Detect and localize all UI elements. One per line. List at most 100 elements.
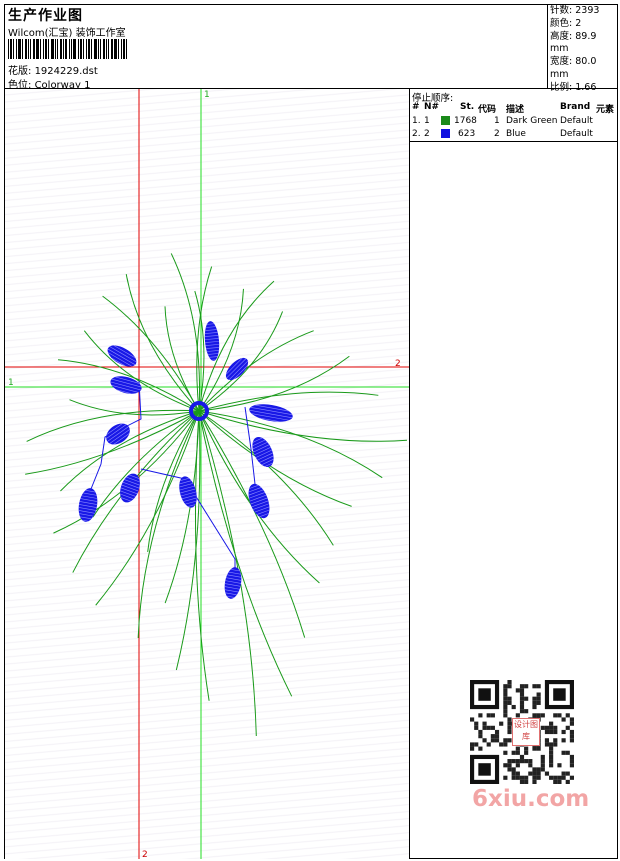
qr-module xyxy=(532,704,537,710)
qr-module xyxy=(561,771,566,776)
company-name: Wilcom(汇宝) 装饰工作室 xyxy=(8,28,126,39)
qr-module xyxy=(503,713,508,718)
qr-module xyxy=(540,725,545,730)
stop-sequence-panel: 停止顺序: # N# St. 代码 描述 Brand 元素 1. 1 1768 … xyxy=(410,89,617,142)
qr-module xyxy=(524,775,529,780)
spec-stitch-count: 针数: 2393 xyxy=(550,5,600,16)
col-brand: Brand xyxy=(560,102,591,112)
qr-module xyxy=(482,721,487,726)
col-index: # xyxy=(412,102,420,112)
qr-module xyxy=(553,742,558,747)
qr-module xyxy=(565,779,570,784)
qr-module xyxy=(470,717,475,722)
qr-module xyxy=(553,779,558,784)
petal xyxy=(249,404,293,422)
col-description: 描述 xyxy=(506,105,525,115)
qr-module xyxy=(549,746,554,751)
qr-module xyxy=(528,763,533,768)
qr-module xyxy=(519,754,525,760)
qr-module xyxy=(490,734,495,739)
green-guide-label-top: 1 xyxy=(204,90,210,100)
qr-module xyxy=(540,767,545,772)
qr-module xyxy=(503,775,508,780)
qr-module xyxy=(490,725,495,730)
qr-module xyxy=(503,684,508,689)
qr-module xyxy=(478,713,483,718)
blue-petals xyxy=(78,321,293,599)
qr-module xyxy=(536,771,541,776)
petal xyxy=(110,376,142,394)
qr-module xyxy=(507,700,512,705)
qr-module xyxy=(515,688,520,693)
qr-module xyxy=(544,725,550,730)
qr-module xyxy=(524,709,529,714)
qr-module xyxy=(536,746,541,751)
red-guide-label-bottom: 2 xyxy=(142,850,148,859)
qr-module xyxy=(553,738,558,743)
stem-line xyxy=(198,410,293,697)
qr-finder xyxy=(553,688,566,701)
qr-module xyxy=(540,754,545,760)
qr-badge: 设计图库 xyxy=(512,718,540,746)
qr-module xyxy=(503,738,508,743)
stem-line xyxy=(137,410,200,639)
qr-module xyxy=(503,704,508,710)
qr-module xyxy=(474,725,479,730)
qr-module xyxy=(515,775,520,780)
qr-module xyxy=(532,684,537,689)
qr-module xyxy=(519,684,525,689)
qr-module xyxy=(532,767,537,772)
qr-module xyxy=(544,729,550,735)
qr-module xyxy=(490,713,495,718)
qr-module xyxy=(544,742,550,747)
qr-module xyxy=(540,713,545,718)
col-needle: N# xyxy=(424,102,440,112)
qr-module xyxy=(544,738,550,743)
qr-module xyxy=(569,763,574,768)
qr-module xyxy=(532,779,537,784)
qr-module xyxy=(494,738,500,743)
stem-line xyxy=(198,410,352,507)
qr-module xyxy=(519,775,525,780)
watermark: 6xiu.com xyxy=(472,786,590,812)
qr-module xyxy=(478,746,483,751)
color-swatch-blue xyxy=(441,129,450,138)
qr-module xyxy=(532,746,537,751)
stem-line xyxy=(198,391,379,412)
qr-module xyxy=(553,725,558,730)
qr-module xyxy=(532,775,537,780)
qr-module xyxy=(515,750,520,755)
col-stitches: St. xyxy=(460,102,475,112)
qr-module xyxy=(536,692,541,697)
red-guide-label-right: 2 xyxy=(395,359,401,369)
petal xyxy=(204,321,220,361)
qr-module xyxy=(536,767,541,772)
qr-module xyxy=(569,759,574,764)
stem-line xyxy=(198,355,350,412)
qr-module xyxy=(536,775,541,780)
qr-module xyxy=(532,700,537,705)
qr-module xyxy=(536,713,541,718)
qr-module xyxy=(519,700,525,705)
qr-module xyxy=(490,738,495,743)
sheet-title: 生产作业图 xyxy=(8,8,83,24)
qr-module xyxy=(499,721,504,726)
qr-module xyxy=(507,729,512,735)
petal xyxy=(107,345,137,367)
qr-module xyxy=(524,696,529,701)
qr-module xyxy=(515,771,520,776)
qr-module xyxy=(549,725,554,730)
qr-module xyxy=(503,742,508,747)
qr-module xyxy=(540,763,545,768)
qr-module xyxy=(553,729,558,735)
qr-module xyxy=(515,759,520,764)
qr-module xyxy=(569,721,574,726)
qr-module xyxy=(486,713,491,718)
qr-module xyxy=(524,750,529,755)
stem-line xyxy=(194,410,210,701)
qr-module xyxy=(532,696,537,701)
qr-module xyxy=(474,742,479,747)
qr-module xyxy=(511,775,516,780)
qr-module xyxy=(569,754,574,760)
qr-module xyxy=(569,738,574,743)
